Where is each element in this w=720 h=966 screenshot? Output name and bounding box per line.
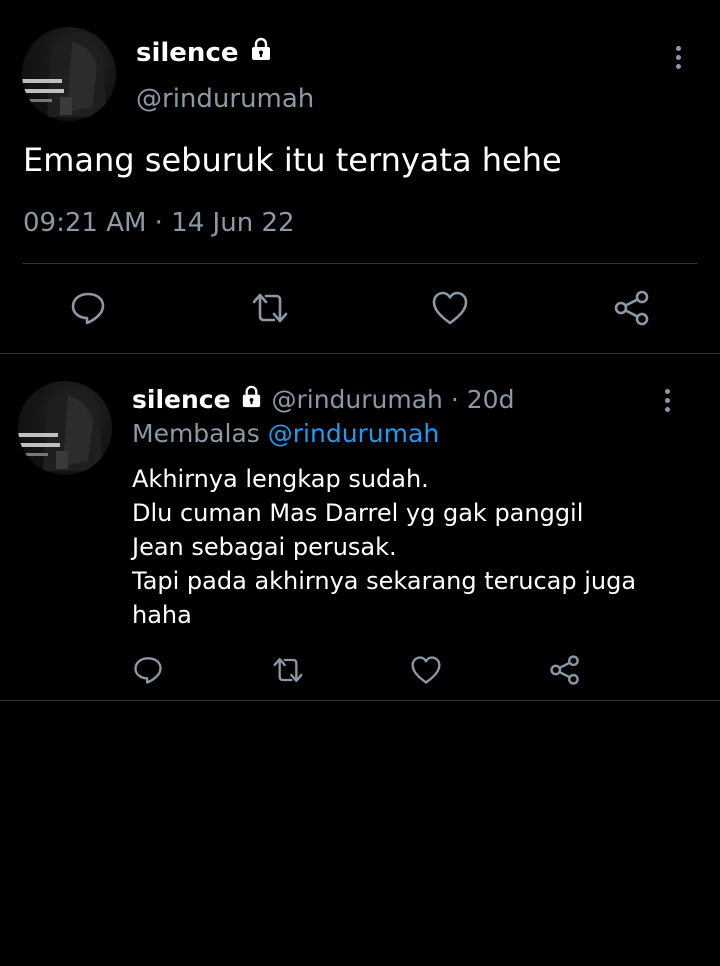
display-name[interactable]: silence	[136, 36, 274, 71]
avatar[interactable]	[18, 381, 112, 475]
replying-prefix: Membalas	[132, 419, 260, 448]
share-icon[interactable]	[549, 654, 581, 686]
divider	[0, 700, 720, 701]
avatar[interactable]	[22, 27, 116, 121]
handle[interactable]: @rindurumah	[136, 82, 314, 116]
reply-header: silence @rindurumah · 20d	[132, 383, 514, 418]
comment-icon[interactable]	[70, 290, 106, 326]
display-name-text: silence	[136, 38, 239, 68]
more-vertical-icon[interactable]	[676, 46, 681, 73]
comment-icon[interactable]	[133, 655, 163, 685]
display-name[interactable]: silence	[132, 385, 231, 414]
retweet-icon[interactable]	[250, 290, 290, 326]
heart-icon[interactable]	[431, 290, 469, 326]
tweet-text: Emang seburuk itu ternyata hehe	[23, 141, 562, 179]
mention-link[interactable]: @rindurumah	[268, 419, 439, 448]
lock-icon	[248, 36, 274, 71]
lock-icon	[239, 384, 264, 418]
heart-icon[interactable]	[410, 655, 442, 685]
retweet-icon[interactable]	[271, 655, 305, 685]
divider	[22, 263, 698, 264]
handle[interactable]: @rindurumah	[271, 385, 442, 414]
replying-to: Membalas @rindurumah	[132, 417, 439, 451]
reply-age: · 20d	[450, 385, 515, 414]
reply-text: Akhirnya lengkap sudah. Dlu cuman Mas Da…	[132, 465, 637, 629]
more-vertical-icon[interactable]	[665, 389, 670, 416]
divider	[0, 353, 720, 354]
share-icon[interactable]	[613, 289, 651, 327]
timestamp[interactable]: 09:21 AM · 14 Jun 22	[23, 206, 295, 240]
